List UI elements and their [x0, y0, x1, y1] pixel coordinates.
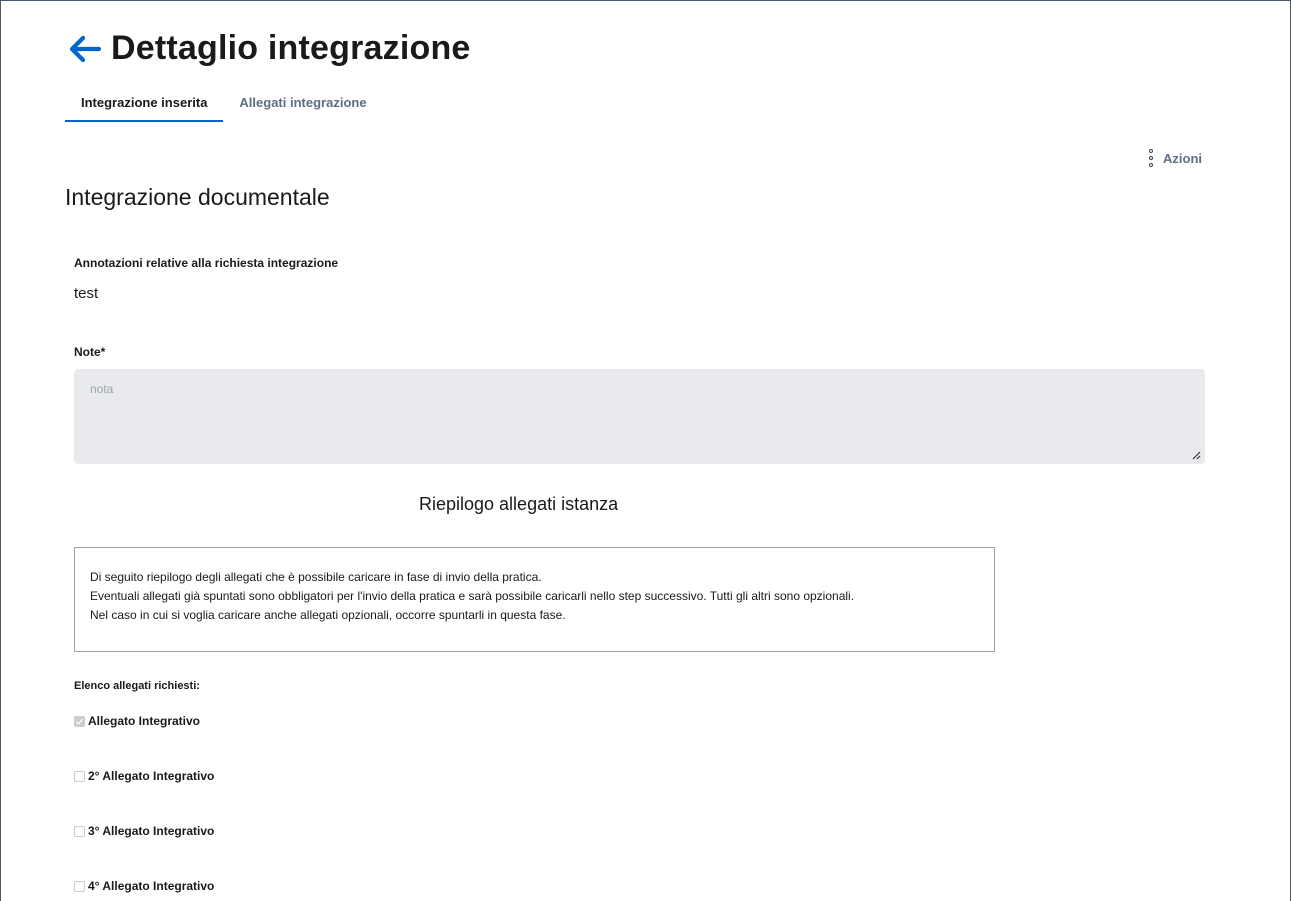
- attachment-item-1: Allegato Integrativo: [74, 714, 200, 728]
- summary-title: Riepilogo allegati istanza: [419, 494, 619, 514]
- info-line: Nel caso in cui si voglia caricare anche…: [90, 608, 566, 622]
- actions-button[interactable]: Azioni: [1149, 149, 1202, 167]
- page-header: Dettaglio integrazione: [65, 29, 471, 68]
- attachment-item-4: 4° Allegato Integrativo: [74, 879, 214, 893]
- arrow-left-icon[interactable]: [65, 30, 103, 68]
- note-textarea[interactable]: nota: [74, 369, 1205, 464]
- attachment-checkbox-4[interactable]: [74, 880, 85, 892]
- tab-allegati-integrazione[interactable]: Allegati integrazione: [223, 93, 382, 122]
- attachment-checkbox-2[interactable]: [74, 770, 85, 782]
- page-title: Dettaglio integrazione: [111, 29, 471, 67]
- more-vertical-icon: [1149, 149, 1153, 167]
- attachment-item-3: 3° Allegato Integrativo: [74, 824, 214, 838]
- attachment-item-2: 2° Allegato Integrativo: [74, 769, 214, 783]
- attachment-label-4: 4° Allegato Integrativo: [88, 879, 215, 893]
- annotations-label: Annotazioni relative alla richiesta inte…: [74, 256, 339, 270]
- check-icon: [76, 718, 84, 725]
- attachment-label-3: 3° Allegato Integrativo: [88, 824, 215, 838]
- annotations-value: test: [74, 285, 99, 302]
- actions-label: Azioni: [1163, 150, 1202, 166]
- tab-integrazione-inserita[interactable]: Integrazione inserita: [65, 93, 224, 122]
- note-label: Note*: [74, 345, 106, 359]
- info-line: Eventuali allegati già spuntati sono obb…: [90, 589, 855, 603]
- resize-handle-icon[interactable]: [1192, 451, 1201, 460]
- section-title: Integrazione documentale: [65, 184, 330, 210]
- info-line: Di seguito riepilogo degli allegati che …: [90, 570, 542, 584]
- info-box: Di seguito riepilogo degli allegati che …: [74, 547, 995, 652]
- note-placeholder: nota: [90, 382, 114, 396]
- attachment-checkbox-1[interactable]: [74, 715, 85, 727]
- tab-bar: Integrazione inserita Allegati integrazi…: [65, 93, 383, 122]
- page-frame: Dettaglio integrazione Integrazione inse…: [0, 0, 1291, 901]
- attachment-label-2: 2° Allegato Integrativo: [88, 769, 215, 783]
- attachment-label-1: Allegato Integrativo: [88, 714, 201, 728]
- attachments-list-label: Elenco allegati richiesti:: [74, 680, 200, 692]
- attachment-checkbox-3[interactable]: [74, 825, 85, 837]
